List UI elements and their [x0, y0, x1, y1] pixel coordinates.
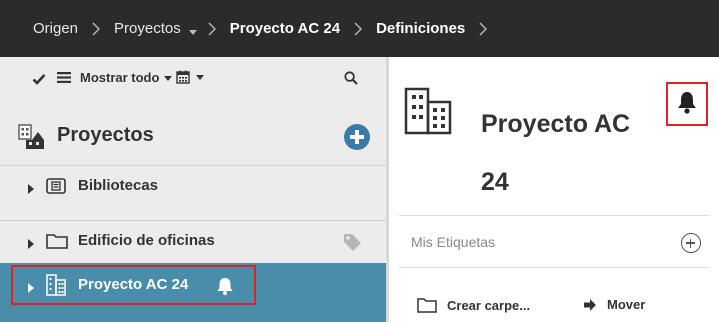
breadcrumb-item-origen[interactable]: Origen — [33, 20, 78, 37]
search-icon[interactable] — [344, 71, 358, 90]
chevron-right-icon — [477, 21, 489, 37]
create-folder-button[interactable]: Crear carpe... — [417, 297, 530, 313]
details-panel: Proyecto AC 24 Mis Etiquetas Crear carpe… — [389, 57, 719, 322]
breadcrumb: Origen Proyectos Proyecto AC 24 Definici… — [0, 0, 719, 57]
breadcrumb-item-definiciones[interactable]: Definiciones — [376, 20, 465, 37]
caret-down-icon[interactable] — [188, 24, 198, 35]
chevron-right-icon — [206, 21, 218, 37]
divider — [399, 215, 709, 216]
list-icon[interactable] — [57, 71, 71, 89]
building-icon — [402, 85, 454, 142]
caret-right-icon[interactable] — [27, 236, 35, 254]
navigation-panel: Mostrar todo Proyectos Bibliotecas Edifi… — [0, 57, 386, 322]
caret-down-icon — [164, 75, 173, 81]
divider — [399, 267, 709, 268]
create-folder-label: Crear carpe... — [447, 297, 531, 313]
breadcrumb-item-project[interactable]: Proyecto AC 24 — [230, 20, 340, 37]
project-title: Proyecto AC 24 — [481, 110, 631, 196]
folder-icon — [46, 232, 68, 255]
projects-icon — [16, 122, 46, 155]
add-project-button[interactable] — [344, 124, 370, 150]
tree-item-edificio-de-oficinas[interactable]: Edificio de oficinas — [0, 220, 386, 260]
notifications-bell-button[interactable] — [666, 82, 708, 126]
arrow-right-icon — [584, 298, 596, 311]
tree-item-bibliotecas[interactable]: Bibliotecas — [0, 165, 386, 205]
move-label: Mover — [607, 297, 646, 312]
breadcrumb-item-proyectos[interactable]: Proyectos — [114, 20, 181, 37]
library-icon — [46, 177, 66, 200]
chevron-right-icon — [90, 21, 102, 37]
date-filter-dropdown[interactable] — [176, 70, 204, 84]
filter-toolbar: Mostrar todo — [0, 57, 386, 101]
tree-item-proyecto-ac-24[interactable]: Proyecto AC 24 — [0, 263, 386, 322]
caret-down-icon — [196, 75, 204, 80]
tags-label: Mis Etiquetas — [411, 234, 496, 250]
checkmark-icon[interactable] — [32, 72, 46, 90]
bell-icon — [678, 92, 696, 114]
show-all-dropdown[interactable]: Mostrar todo — [80, 70, 173, 85]
caret-right-icon[interactable] — [27, 181, 35, 199]
folder-icon — [417, 298, 437, 313]
highlight-box — [11, 265, 256, 305]
tree-item-label: Edificio de oficinas — [78, 232, 215, 249]
tag-icon[interactable] — [342, 232, 362, 257]
projects-header: Proyectos — [0, 117, 386, 157]
move-button[interactable]: Mover — [583, 297, 645, 312]
add-tag-button[interactable] — [681, 233, 701, 253]
show-all-label: Mostrar todo — [80, 70, 160, 85]
tree-item-label: Bibliotecas — [78, 177, 159, 194]
projects-title: Proyectos — [57, 124, 154, 146]
calendar-icon — [176, 70, 190, 84]
chevron-right-icon — [352, 21, 364, 37]
